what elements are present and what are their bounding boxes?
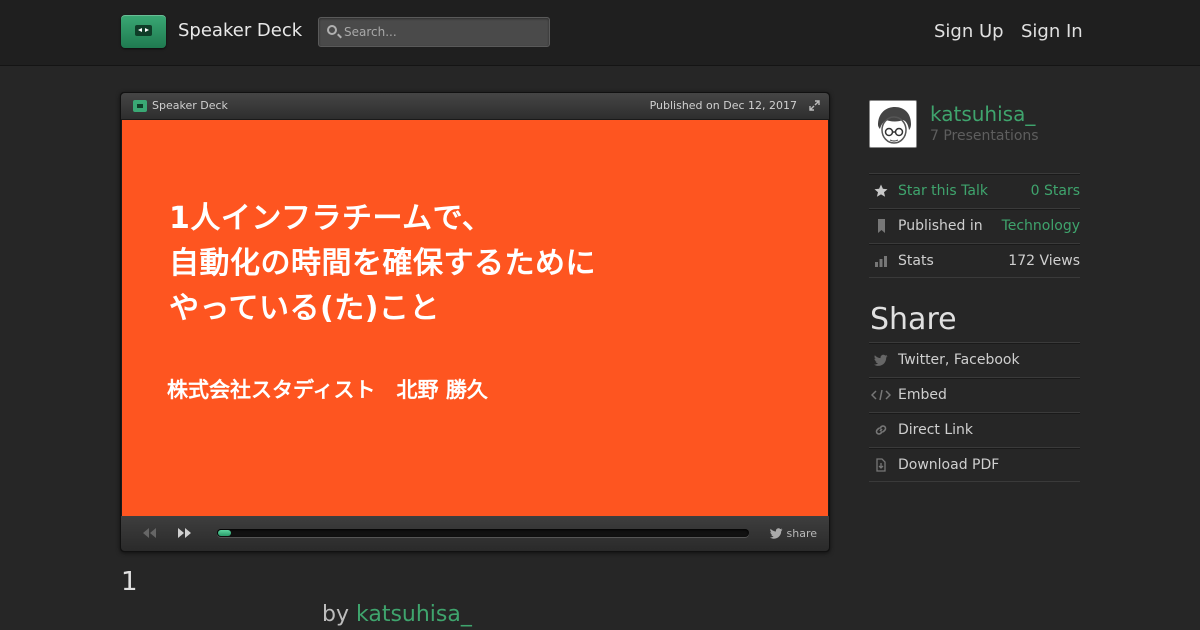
view-count: 172 Views <box>1008 253 1080 269</box>
player-top-bar: Speaker Deck Published on Dec 12, 2017 <box>121 93 829 119</box>
fullscreen-icon[interactable] <box>809 100 820 111</box>
published-in-row: Published in Technology <box>869 208 1080 243</box>
slide-progress-fill <box>218 530 231 536</box>
slide-title: 1人インフラチームで、 自動化の時間を確保するために やっている(た)こと <box>169 196 596 331</box>
sign-in-link[interactable]: Sign In <box>1021 21 1083 42</box>
stats-row: Stats 172 Views <box>869 243 1080 278</box>
download-pdf-label[interactable]: Download PDF <box>898 457 999 473</box>
share-heading: Share <box>870 302 957 337</box>
category-link[interactable]: Technology <box>1002 218 1080 234</box>
bar-chart-icon <box>875 256 887 267</box>
previous-slide-icon[interactable] <box>141 527 157 539</box>
twitter-bird-icon <box>769 528 782 539</box>
share-options-list: Twitter, Facebook Embed Direct Link Down… <box>869 342 1080 482</box>
star-count: 0 Stars <box>1030 183 1080 199</box>
share-twitter-facebook-label[interactable]: Twitter, Facebook <box>898 352 1020 368</box>
share-twitter-facebook-row[interactable]: Twitter, Facebook <box>869 342 1080 377</box>
presentation-count: 7 Presentations <box>930 128 1039 144</box>
slide-author: 株式会社スタディスト 北野 勝久 <box>167 378 488 402</box>
slide-title-line: やっている(た)こと <box>169 291 440 326</box>
slide-title-line: 1人インフラチームで、 <box>169 201 493 236</box>
link-icon <box>875 425 887 435</box>
stats-label: Stats <box>898 253 934 269</box>
next-slide-icon[interactable] <box>177 527 193 539</box>
byline: by katsuhisa_ <box>322 602 472 627</box>
slide-number: 1 <box>121 567 138 597</box>
avatar-illustration-icon <box>870 101 916 147</box>
byline-author-link[interactable]: katsuhisa_ <box>356 602 472 627</box>
byline-prefix: by <box>322 602 349 627</box>
search-icon <box>327 25 337 35</box>
sign-up-link[interactable]: Sign Up <box>934 21 1004 42</box>
published-in-label: Published in <box>898 218 983 234</box>
player-share-label: share <box>786 527 818 540</box>
talk-info-list: Star this Talk 0 Stars Published in Tech… <box>869 173 1080 278</box>
bookmark-icon <box>878 219 885 233</box>
slide-progress-bar[interactable] <box>217 529 749 537</box>
download-icon <box>876 458 886 472</box>
search-box[interactable] <box>318 17 550 47</box>
slide-player: Speaker Deck Published on Dec 12, 2017 1… <box>120 92 830 552</box>
direct-link-row[interactable]: Direct Link <box>869 412 1080 447</box>
sidebar-author-name[interactable]: katsuhisa_ <box>930 102 1035 126</box>
star-talk-row[interactable]: Star this Talk 0 Stars <box>869 173 1080 208</box>
current-slide[interactable]: 1人インフラチームで、 自動化の時間を確保するために やっている(た)こと 株式… <box>122 120 828 516</box>
slide-title-line: 自動化の時間を確保するために <box>169 246 596 281</box>
embed-row[interactable]: Embed <box>869 377 1080 412</box>
speaker-deck-logo-icon[interactable] <box>121 15 166 48</box>
speaker-deck-mini-logo-icon <box>133 100 147 112</box>
top-navigation-bar: Speaker Deck Sign Up Sign In <box>0 0 1200 66</box>
search-input[interactable] <box>344 23 544 41</box>
star-talk-label[interactable]: Star this Talk <box>898 183 988 199</box>
player-controls: share <box>121 516 829 551</box>
embed-label[interactable]: Embed <box>898 387 947 403</box>
star-icon <box>874 184 888 197</box>
player-share-button[interactable]: share <box>769 527 818 540</box>
player-brand-label: Speaker Deck <box>152 99 228 112</box>
published-date: Published on Dec 12, 2017 <box>649 99 797 112</box>
code-icon <box>871 389 891 401</box>
brand-link[interactable]: Speaker Deck <box>178 20 302 41</box>
direct-link-label[interactable]: Direct Link <box>898 422 973 438</box>
author-avatar[interactable] <box>869 100 917 148</box>
download-pdf-row[interactable]: Download PDF <box>869 447 1080 482</box>
twitter-bird-icon <box>874 354 888 366</box>
